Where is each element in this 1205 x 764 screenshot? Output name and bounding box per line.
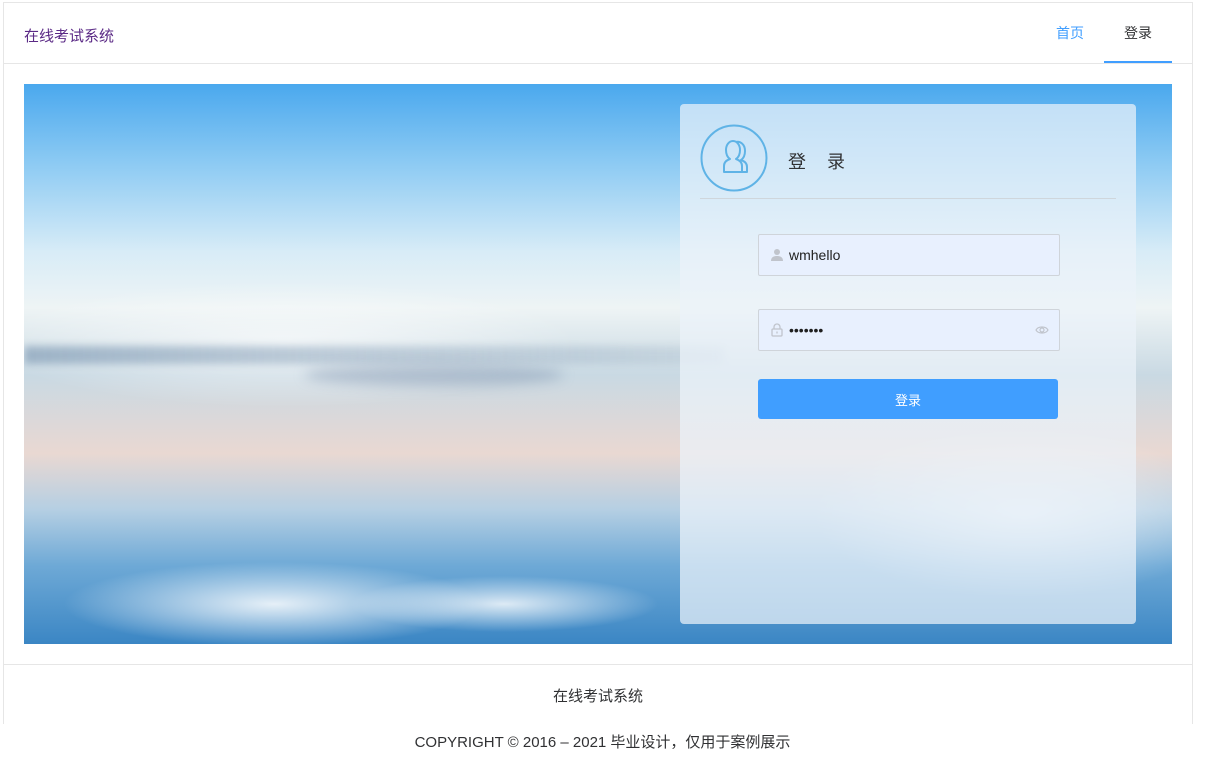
hero-sky-background: 登 录 登录 — [24, 84, 1172, 644]
app-frame: 在线考试系统 首页 登录 登 录 wmhello 登录 在线考试系统 — [3, 2, 1193, 724]
login-button[interactable]: 登录 — [758, 379, 1058, 419]
nav-item-login[interactable]: 登录 — [1104, 3, 1172, 63]
lock-icon — [771, 323, 783, 337]
nav-item-home[interactable]: 首页 — [1036, 3, 1104, 63]
copyright-text: COPYRIGHT © 2016 – 2021 毕业设计，仅用于案例展示 — [414, 734, 791, 751]
brand-title: 在线考试系统 — [24, 28, 115, 45]
user-icon — [771, 249, 783, 261]
login-card-header: 登 录 — [700, 124, 1116, 199]
cloud-band — [24, 346, 724, 364]
username-input[interactable] — [789, 235, 1029, 275]
footer-title: 在线考试系统 — [552, 688, 643, 705]
cloud-band — [304, 364, 564, 386]
nav-menu: 首页 登录 — [1036, 3, 1172, 63]
eye-icon[interactable] — [1035, 324, 1049, 336]
password-input[interactable] — [789, 310, 1029, 350]
username-field[interactable] — [758, 234, 1060, 276]
top-navbar: 在线考试系统 首页 登录 — [4, 3, 1192, 64]
users-icon — [700, 124, 768, 192]
footer-bar: 在线考试系统 — [4, 664, 1192, 725]
login-title: 登 录 — [788, 152, 854, 172]
login-card: 登 录 登录 — [680, 104, 1136, 624]
password-field[interactable] — [758, 309, 1060, 351]
